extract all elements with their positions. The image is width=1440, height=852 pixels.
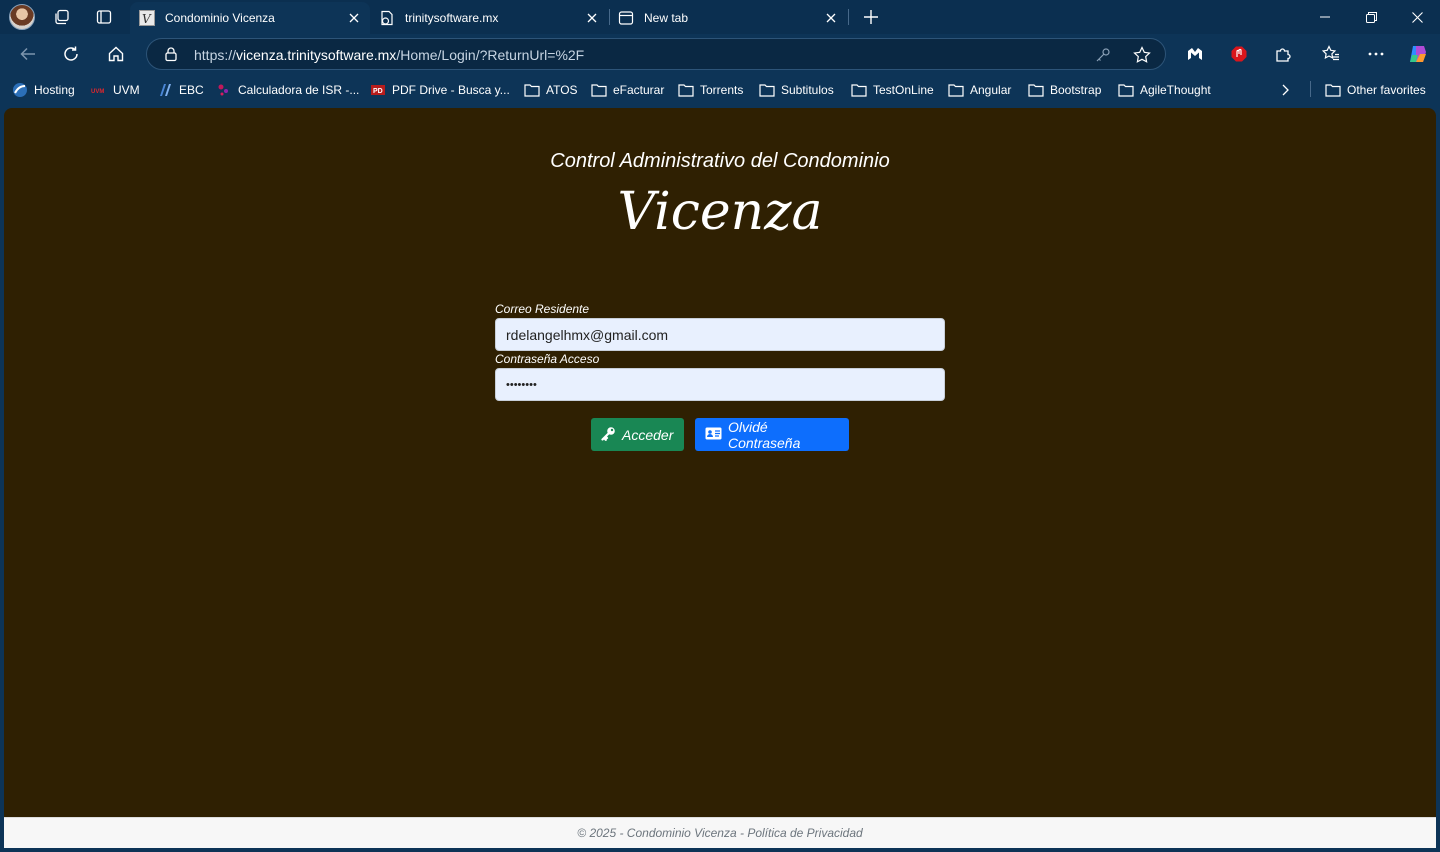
other-favorites-folder[interactable]: Other favorites: [1325, 81, 1426, 99]
favorites-icon[interactable]: [1317, 40, 1345, 68]
tab-title: New tab: [644, 11, 689, 25]
bookmark-uvm[interactable]: UVM UVM: [91, 81, 140, 99]
privacy-policy-link[interactable]: Política de Privacidad: [747, 826, 862, 840]
login-button-label: Acceder: [622, 426, 674, 443]
svg-text:UVM: UVM: [91, 89, 104, 95]
bookmark-pdf-drive[interactable]: PD PDF Drive - Busca y...: [370, 81, 510, 99]
tab-strip: V Condominio Vicenza trinitysoftware.mx …: [0, 0, 1440, 34]
new-tab-button[interactable]: [862, 8, 880, 26]
email-label: Correo Residente: [495, 302, 590, 316]
tab-title: Condominio Vicenza: [165, 11, 275, 25]
lock-icon[interactable]: [163, 46, 179, 62]
bookmark-folder-torrents[interactable]: Torrents: [678, 81, 743, 99]
bookmark-folder-angular[interactable]: Angular: [948, 81, 1011, 99]
key-icon: [601, 426, 616, 444]
home-icon[interactable]: [102, 40, 130, 68]
tab-trinitysoftware[interactable]: trinitysoftware.mx: [370, 2, 608, 34]
address-bar[interactable]: https://vicenza.trinitysoftware.mx/Home/…: [146, 38, 1166, 70]
password-key-icon[interactable]: [1093, 45, 1113, 65]
browser-toolbar: https://vicenza.trinitysoftware.mx/Home/…: [0, 34, 1440, 74]
hosting-icon: [12, 82, 28, 98]
bookmark-folder-testonline[interactable]: TestOnLine: [851, 81, 934, 99]
bookmarks-bar: Hosting UVM UVM EBC Calculadora de ISR -…: [0, 74, 1440, 106]
login-button[interactable]: Acceder: [591, 418, 684, 451]
bookmark-folder-subtitulos[interactable]: Subtitulos: [759, 81, 834, 99]
bookmark-folder-efacturar[interactable]: eFacturar: [591, 81, 664, 99]
page-footer: © 2025 - Condominio Vicenza - Política d…: [4, 817, 1436, 848]
folder-icon: [591, 82, 607, 98]
adblock-extension-icon[interactable]: [1225, 40, 1253, 68]
back-icon[interactable]: [14, 40, 42, 68]
forgot-password-button[interactable]: Olvidé Contraseña: [695, 418, 849, 451]
profile-avatar[interactable]: [9, 4, 35, 30]
svg-text:PD: PD: [373, 88, 383, 95]
close-tab-icon[interactable]: [584, 10, 600, 26]
folder-icon: [524, 82, 540, 98]
folder-icon: [678, 82, 694, 98]
uvm-icon: UVM: [91, 82, 107, 98]
url-text: https://vicenza.trinitysoftware.mx/Home/…: [194, 47, 585, 63]
password-label: Contraseña Acceso: [495, 352, 600, 366]
extensions-icon[interactable]: [1269, 40, 1297, 68]
tab-actions-icon[interactable]: [95, 8, 113, 26]
footer-copyright: © 2025 - Condominio Vicenza -: [577, 826, 748, 840]
page-subtitle: Control Administrativo del Condominio: [550, 150, 890, 172]
folder-icon: [851, 82, 867, 98]
close-tab-icon[interactable]: [346, 10, 362, 26]
folder-icon: [759, 82, 775, 98]
svg-text:V: V: [142, 12, 152, 26]
close-window-button[interactable]: [1395, 4, 1439, 30]
tab-condominio-vicenza[interactable]: V Condominio Vicenza: [130, 2, 370, 34]
tab-title: trinitysoftware.mx: [405, 11, 499, 25]
new-tab-icon: [618, 10, 634, 26]
restore-button[interactable]: [1349, 4, 1393, 30]
close-tab-icon[interactable]: [823, 10, 839, 26]
bookmark-folder-atos[interactable]: ATOS: [524, 81, 578, 99]
calculator-site-icon: [216, 82, 232, 98]
page-favicon-icon: [379, 10, 395, 26]
folder-icon: [1028, 82, 1044, 98]
folder-icon: [1118, 82, 1134, 98]
bookmark-ebc[interactable]: EBC: [157, 81, 204, 99]
id-card-icon: [705, 427, 722, 443]
copilot-icon[interactable]: [1404, 40, 1432, 68]
tab-new-tab[interactable]: New tab: [609, 2, 847, 34]
bookmark-folder-bootstrap[interactable]: Bootstrap: [1028, 81, 1101, 99]
bookmark-calculadora-isr[interactable]: Calculadora de ISR -...: [216, 81, 359, 99]
page-viewport: Control Administrativo del Condominio Vi…: [4, 108, 1436, 848]
more-bookmarks-chevron-icon[interactable]: [1280, 81, 1290, 99]
minimize-button[interactable]: [1303, 4, 1347, 30]
ebc-icon: [157, 82, 173, 98]
forgot-button-label: Olvidé Contraseña: [728, 418, 801, 451]
refresh-icon[interactable]: [57, 40, 85, 68]
settings-more-icon[interactable]: [1362, 40, 1390, 68]
pdf-drive-icon: PD: [370, 82, 386, 98]
brand-title: Vicenza: [617, 182, 823, 242]
email-field[interactable]: rdelangelhmx@gmail.com: [495, 318, 945, 351]
workspaces-icon[interactable]: [53, 8, 71, 26]
vicenza-favicon: V: [139, 10, 155, 26]
malwarebytes-extension-icon[interactable]: [1181, 40, 1209, 68]
favorite-star-icon[interactable]: [1132, 45, 1152, 65]
bookmark-folder-agilethought[interactable]: AgileThought: [1118, 81, 1211, 99]
folder-icon: [1325, 82, 1341, 98]
bookmark-hosting[interactable]: Hosting: [12, 81, 75, 99]
password-field[interactable]: ••••••••: [495, 368, 945, 401]
folder-icon: [948, 82, 964, 98]
